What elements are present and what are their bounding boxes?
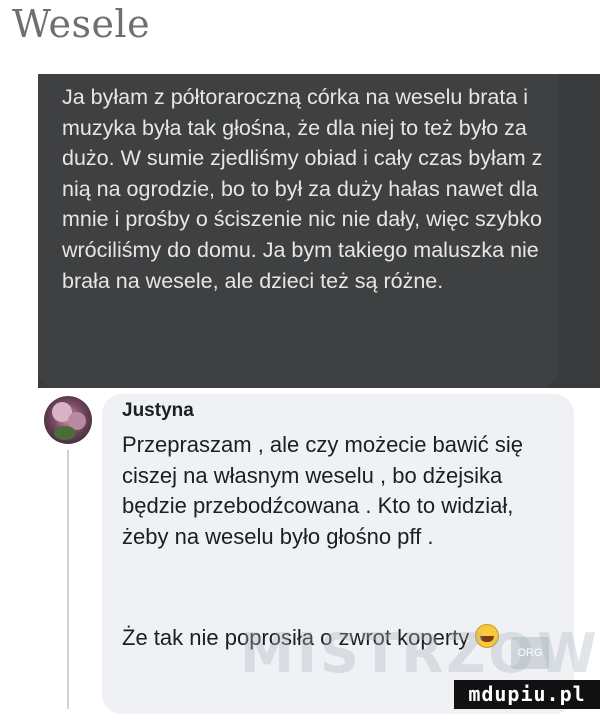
thread-line	[67, 450, 69, 709]
comment-author[interactable]: Justyna	[122, 400, 194, 422]
page-title: Wesele	[12, 2, 151, 46]
comment-text: Przepraszam , ale czy możecie bawić się …	[122, 432, 524, 549]
avatar-leaf-icon	[54, 426, 76, 440]
site-logo[interactable]: mdupiu.pl	[454, 680, 600, 709]
post-bubble: Ja byłam z półtoraroczną córka na weselu…	[38, 74, 558, 388]
avatar[interactable]	[44, 396, 92, 444]
quoted-post: Ja byłam z półtoraroczną córka na weselu…	[38, 74, 600, 388]
watermark-badge: ORG	[511, 637, 549, 669]
post-text: Ja byłam z półtoraroczną córka na weselu…	[62, 85, 543, 293]
